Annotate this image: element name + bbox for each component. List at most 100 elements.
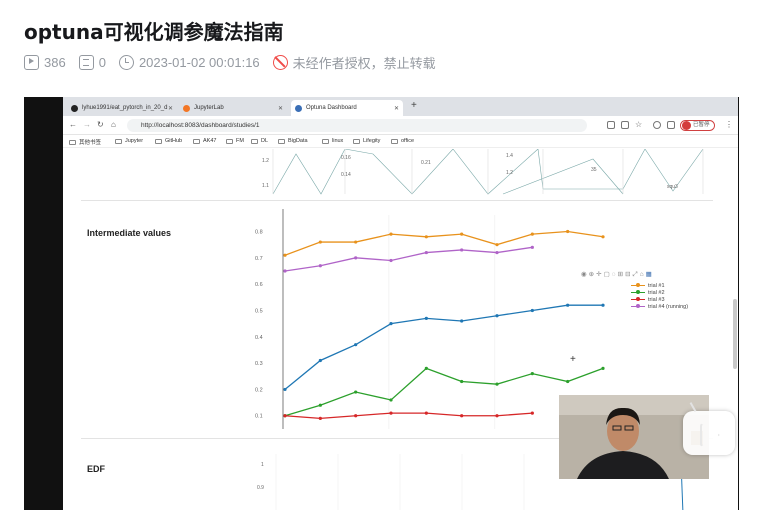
data-point <box>530 411 534 415</box>
axis-tick-label: 1.2 <box>506 170 513 176</box>
play-button[interactable] <box>683 411 735 455</box>
folder-icon <box>251 138 258 144</box>
home-icon[interactable]: ⌂ <box>111 120 116 129</box>
plot-line <box>272 149 346 195</box>
browser-tab-optuna[interactable]: Optuna Dashboard ✕ <box>291 100 403 116</box>
legend-swatch <box>631 297 645 301</box>
bookmark-item[interactable]: 其他书签 <box>69 138 101 146</box>
forward-icon[interactable]: → <box>83 120 91 129</box>
bookmark-item[interactable]: linux <box>322 138 343 144</box>
plot-line <box>344 149 454 195</box>
legend-swatch <box>631 290 645 294</box>
sidebar-icon[interactable] <box>667 121 675 129</box>
bookmark-item[interactable]: Jupyter <box>115 138 143 144</box>
plot-line <box>452 149 544 195</box>
axis-tick-label: 35 <box>591 167 597 173</box>
data-point <box>530 372 534 376</box>
data-point <box>318 403 322 407</box>
close-icon[interactable]: ✕ <box>394 105 399 112</box>
data-point <box>495 414 499 418</box>
y-tick-label: 0.5 <box>255 308 263 314</box>
axis-tick-label: 0.16 <box>341 155 351 161</box>
bookmark-item[interactable]: office <box>391 138 414 144</box>
video-player[interactable]: lyhue1991/eat_pytorch_in_20_d ✕ JupyterL… <box>24 97 739 510</box>
data-point <box>601 303 605 307</box>
copyright-text: 未经作者授权，禁止转载 <box>292 55 436 71</box>
folder-icon <box>115 138 122 144</box>
data-point <box>283 387 287 392</box>
bookmarks-bar: 其他书签 Jupyter GitHub AK47 FM DL BigData l… <box>63 135 738 148</box>
data-point <box>283 269 287 273</box>
article-meta: 386 0 2023-01-02 00:01:16 未经作者授权，禁止转载 <box>24 53 449 71</box>
tab-label: JupyterLab <box>194 105 224 111</box>
data-point <box>424 250 428 255</box>
data-point <box>424 235 428 239</box>
data-point <box>460 248 464 252</box>
data-point <box>389 411 393 415</box>
data-point <box>283 414 287 418</box>
legend-swatch <box>631 304 645 308</box>
data-point <box>530 245 534 249</box>
profile-button[interactable]: 已暂停 <box>680 120 715 131</box>
extensions-icon[interactable] <box>653 121 661 129</box>
data-point <box>460 319 464 323</box>
reload-icon[interactable]: ↻ <box>97 120 104 129</box>
new-tab-icon[interactable]: + <box>411 100 417 111</box>
folder-icon <box>69 139 76 145</box>
legend-item[interactable]: trial #2 <box>631 289 688 296</box>
data-point <box>566 379 570 384</box>
menu-icon[interactable]: ⋮ <box>725 120 733 129</box>
y-tick-label: 0.7 <box>255 256 263 262</box>
bookmark-item[interactable]: GitHub <box>155 138 182 144</box>
axis-tick-label: 0.21 <box>421 160 431 166</box>
data-point <box>354 256 358 260</box>
address-bar: ← → ↻ ⌂ http://localhost:8083/dashboard/… <box>63 116 738 135</box>
y-tick-label: 0.2 <box>255 387 263 393</box>
no-repost-icon <box>272 54 288 70</box>
data-point <box>460 414 464 418</box>
y-tick-label: 0.1 <box>255 414 263 420</box>
series-line <box>284 246 533 272</box>
bookmark-item[interactable]: AK47 <box>193 138 216 144</box>
close-icon[interactable]: ✕ <box>278 105 283 112</box>
folder-icon <box>322 138 329 144</box>
comment-count: 0 <box>78 54 106 70</box>
bookmark-item[interactable]: Lifegity <box>353 138 380 144</box>
legend-item[interactable]: trial #3 <box>631 296 688 303</box>
folder-icon <box>278 138 285 144</box>
translate-icon[interactable] <box>607 121 615 129</box>
data-point <box>566 229 570 234</box>
browser-tab-bar: lyhue1991/eat_pytorch_in_20_d ✕ JupyterL… <box>63 97 738 116</box>
screen-recording: lyhue1991/eat_pytorch_in_20_d ✕ JupyterL… <box>63 97 738 510</box>
y-tick-label: 0.6 <box>255 282 263 288</box>
data-point <box>601 366 605 370</box>
data-point <box>354 343 358 347</box>
bookmark-star-icon[interactable]: ☆ <box>635 120 642 129</box>
data-point <box>389 258 393 263</box>
publish-time: 2023-01-02 00:01:16 <box>118 54 260 70</box>
legend-item[interactable]: trial #1 <box>631 282 688 289</box>
data-point <box>495 314 499 318</box>
series-line <box>284 367 604 417</box>
bookmark-item[interactable]: DL <box>251 138 268 144</box>
browser-tab-github[interactable]: lyhue1991/eat_pytorch_in_20_d ✕ <box>67 100 177 116</box>
y-tick-label: 0.4 <box>255 335 263 341</box>
scrollbar-thumb[interactable] <box>733 299 737 369</box>
data-point <box>389 322 393 326</box>
edf-tick-label: 0.9 <box>257 485 264 491</box>
bookmark-item[interactable]: BigData <box>278 138 308 144</box>
data-point <box>530 308 534 313</box>
data-point <box>566 303 570 307</box>
share-icon[interactable] <box>621 121 629 129</box>
series-line <box>284 412 533 420</box>
bookmark-item[interactable]: FM <box>226 138 244 144</box>
back-icon[interactable]: ← <box>69 120 77 129</box>
data-point <box>354 414 358 418</box>
close-icon[interactable]: ✕ <box>168 105 173 112</box>
legend-item[interactable]: trial #4 (running) <box>631 303 688 310</box>
axis-tick-label: 0.14 <box>341 172 351 178</box>
browser-tab-jupyter[interactable]: JupyterLab ✕ <box>179 100 287 116</box>
url-input[interactable]: http://localhost:8083/dashboard/studies/… <box>127 119 587 132</box>
copyright-notice: 未经作者授权，禁止转载 <box>272 53 436 72</box>
data-point <box>460 379 464 384</box>
